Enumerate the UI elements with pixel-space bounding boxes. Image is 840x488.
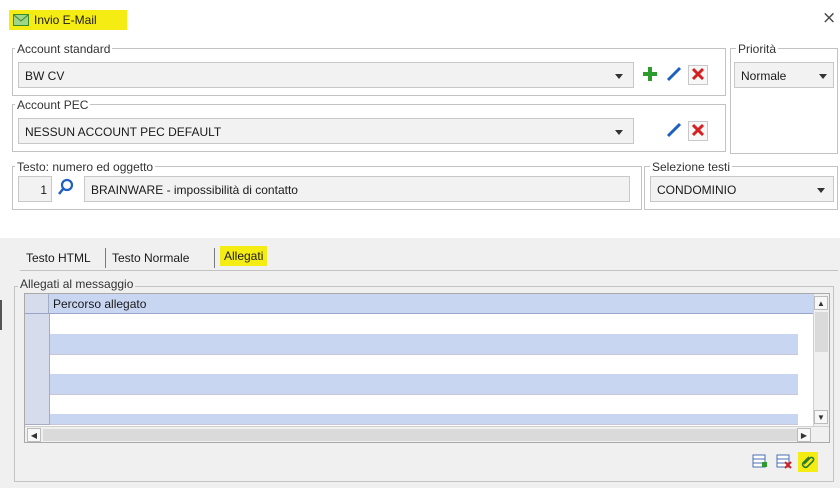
scroll-left-icon[interactable]: ◀ — [27, 428, 41, 442]
delete-account-button[interactable] — [688, 65, 708, 85]
account-pec-legend: Account PEC — [15, 98, 91, 112]
edit-account-button[interactable] — [664, 65, 684, 85]
chevron-down-icon — [615, 130, 623, 135]
testo-numero-field[interactable]: 1 — [18, 176, 52, 202]
vertical-scrollbar[interactable]: ▲ ▼ — [813, 294, 829, 426]
allegati-grid: Percorso allegato ▲ ▼ ◀ ▶ — [24, 293, 830, 443]
testo-oggetto-field[interactable]: BRAINWARE - impossibilità di contatto — [84, 176, 630, 202]
table-row[interactable] — [25, 354, 798, 375]
edit-pec-button[interactable] — [664, 121, 684, 141]
selezione-testi-legend: Selezione testi — [650, 160, 733, 174]
table-row[interactable] — [25, 394, 798, 415]
plus-icon — [642, 66, 658, 85]
mail-window-icon — [13, 13, 29, 30]
grid-delete-button[interactable] — [774, 452, 794, 472]
chevron-down-icon — [819, 74, 827, 79]
chevron-down-icon — [615, 74, 623, 79]
table-row[interactable] — [25, 414, 798, 425]
add-account-button[interactable] — [640, 65, 660, 85]
delete-x-icon — [691, 67, 705, 84]
left-edge — [0, 300, 2, 330]
tab-allegati[interactable]: Allegati — [220, 246, 268, 266]
attach-button[interactable] — [798, 452, 818, 472]
tab-testo-normale[interactable]: Testo Normale — [112, 250, 189, 266]
row-header[interactable] — [25, 314, 50, 335]
account-pec-combo[interactable]: NESSUN ACCOUNT PEC DEFAULT — [18, 118, 634, 144]
grid-corner — [25, 294, 49, 314]
testo-numero-value: 1 — [40, 183, 47, 197]
tab-underline — [20, 270, 838, 271]
delete-x-icon — [691, 123, 705, 140]
account-standard-combo[interactable]: BW CV — [18, 62, 634, 88]
account-standard-value: BW CV — [25, 69, 65, 83]
attach-clip-icon — [800, 453, 816, 472]
column-header-percorso[interactable]: Percorso allegato — [53, 297, 146, 311]
window-title: Invio E-Mail — [34, 13, 97, 27]
scroll-right-icon[interactable]: ▶ — [797, 428, 811, 442]
tab-separator — [214, 248, 215, 268]
selezione-testi-combo[interactable]: CONDOMINIO — [650, 176, 834, 202]
row-header[interactable] — [25, 334, 50, 355]
selezione-testi-value: CONDOMINIO — [657, 183, 737, 197]
grid-add-icon — [752, 453, 768, 472]
account-pec-value: NESSUN ACCOUNT PEC DEFAULT — [25, 125, 222, 139]
grid-delete-icon — [776, 453, 792, 472]
row-header[interactable] — [25, 374, 50, 395]
search-icon — [57, 178, 75, 199]
testo-oggetto-value: BRAINWARE - impossibilità di contatto — [91, 183, 298, 197]
delete-pec-button[interactable] — [688, 121, 708, 141]
row-header[interactable] — [25, 354, 50, 375]
scroll-up-icon[interactable]: ▲ — [814, 296, 828, 310]
priorita-legend: Priorità — [736, 42, 779, 56]
scroll-h-thumb[interactable] — [43, 429, 798, 441]
tab-separator — [105, 248, 106, 268]
table-row[interactable] — [25, 314, 798, 335]
grid-add-button[interactable] — [750, 452, 770, 472]
priorita-value: Normale — [741, 69, 787, 83]
chevron-down-icon — [817, 188, 825, 193]
testo-legend: Testo: numero ed oggetto — [15, 160, 156, 174]
priorita-combo[interactable]: Normale — [734, 62, 834, 88]
pencil-icon — [666, 66, 682, 85]
allegati-legend: Allegati al messaggio — [18, 277, 136, 291]
table-row[interactable] — [25, 334, 798, 355]
pencil-icon — [666, 122, 682, 141]
account-standard-legend: Account standard — [15, 42, 113, 56]
scroll-thumb[interactable] — [815, 312, 828, 352]
close-button[interactable]: × — [822, 8, 836, 28]
table-row[interactable] — [25, 374, 798, 395]
search-button[interactable] — [56, 178, 76, 198]
scroll-down-icon[interactable]: ▼ — [814, 410, 828, 424]
row-header[interactable] — [25, 414, 50, 425]
row-header[interactable] — [25, 394, 50, 415]
horizontal-scrollbar[interactable]: ◀ ▶ — [25, 426, 829, 442]
tab-testo-html[interactable]: Testo HTML — [26, 250, 91, 266]
